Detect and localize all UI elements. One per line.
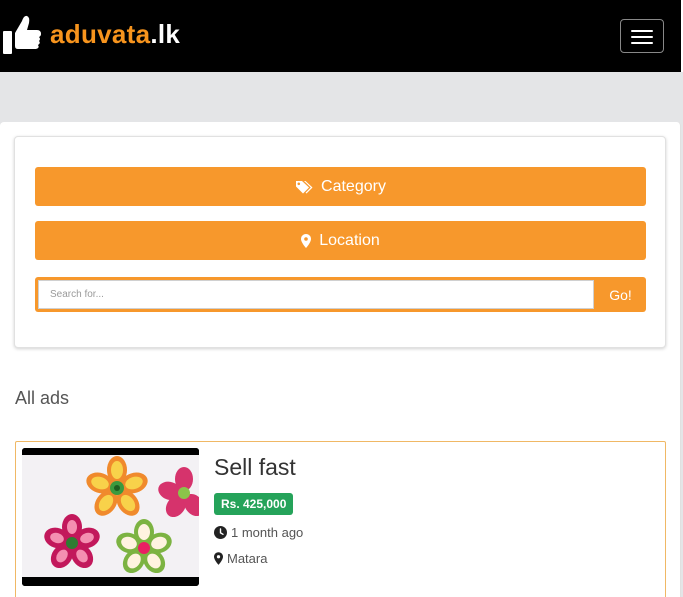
category-label: Category bbox=[321, 177, 386, 195]
ad-location-text: Matara bbox=[227, 551, 268, 566]
ad-title[interactable]: Sell fast bbox=[214, 454, 296, 481]
category-button[interactable]: Category bbox=[35, 167, 646, 206]
site-logo[interactable]: aduvata.lk bbox=[2, 13, 180, 55]
map-marker-icon bbox=[214, 552, 223, 565]
hamburger-icon-line bbox=[631, 42, 653, 44]
main-content: Category Location Go! All ads bbox=[0, 122, 681, 597]
logo-brand: aduvata bbox=[50, 19, 151, 49]
tags-icon bbox=[296, 180, 313, 193]
price-badge: Rs. 425,000 bbox=[214, 493, 294, 515]
thumbs-up-icon bbox=[3, 15, 41, 54]
ad-posted-time: 1 month ago bbox=[214, 525, 303, 540]
menu-toggle-button[interactable] bbox=[620, 19, 664, 53]
logo-tld: .lk bbox=[150, 19, 181, 49]
ad-time-text: 1 month ago bbox=[231, 525, 304, 540]
ad-listing-card[interactable]: Sell fast Rs. 425,000 1 month ago Matara bbox=[15, 441, 666, 597]
map-marker-icon bbox=[301, 233, 312, 248]
ad-photo-quilled-flowers bbox=[22, 448, 199, 586]
ad-thumbnail[interactable] bbox=[22, 448, 199, 586]
ad-location: Matara bbox=[214, 551, 267, 566]
hamburger-icon-line bbox=[631, 30, 653, 32]
hamburger-icon-line bbox=[631, 36, 653, 38]
navbar: aduvata.lk bbox=[0, 0, 683, 72]
search-input[interactable] bbox=[38, 280, 594, 309]
search-panel: Category Location Go! bbox=[14, 136, 666, 348]
location-label: Location bbox=[319, 231, 380, 249]
location-button[interactable]: Location bbox=[35, 221, 646, 260]
section-title: All ads bbox=[15, 388, 70, 408]
search-go-button[interactable]: Go! bbox=[595, 277, 646, 312]
clock-icon bbox=[214, 526, 227, 539]
logo-text: aduvata.lk bbox=[50, 21, 180, 47]
search-bar: Go! bbox=[35, 277, 646, 312]
